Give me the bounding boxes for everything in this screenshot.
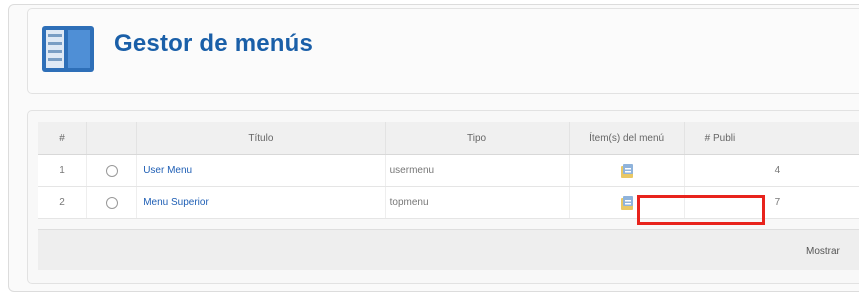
row-type: usermenu — [385, 154, 570, 187]
column-header-published[interactable]: # Publi — [684, 122, 859, 155]
column-header-title[interactable]: Título — [136, 122, 386, 155]
row-published-count: 4 — [684, 154, 859, 187]
column-header-select — [86, 122, 138, 155]
row-title-cell: User Menu — [136, 154, 386, 187]
row-number: 1 — [38, 154, 88, 187]
list-footer — [38, 229, 859, 270]
table-row: 1 User Menu usermenu 4 — [38, 154, 859, 187]
column-header-menu-items[interactable]: Ítem(s) del menú — [569, 122, 685, 155]
table-header-row: # Título Tipo Ítem(s) del menú # Publi — [38, 122, 859, 155]
row-radio-button[interactable] — [105, 164, 118, 177]
page-title: Gestor de menús — [114, 30, 314, 57]
row-menu-items-cell — [569, 154, 685, 187]
menu-title-link[interactable]: Menu Superior — [143, 197, 209, 208]
row-type: topmenu — [385, 186, 570, 219]
menu-title-link[interactable]: User Menu — [143, 165, 192, 176]
highlight-box — [637, 195, 765, 225]
row-select-cell — [86, 186, 138, 219]
menu-manager-icon — [42, 26, 94, 72]
row-title-cell: Menu Superior — [136, 186, 386, 219]
menu-items-icon[interactable] — [618, 194, 636, 212]
menu-items-icon[interactable] — [618, 162, 636, 180]
column-header-number[interactable]: # — [38, 122, 88, 155]
display-limit-label: Mostrar — [806, 246, 840, 257]
column-header-type[interactable]: Tipo — [385, 122, 570, 155]
row-select-cell — [86, 154, 138, 187]
row-radio-button[interactable] — [105, 196, 118, 209]
row-number: 2 — [38, 186, 88, 219]
